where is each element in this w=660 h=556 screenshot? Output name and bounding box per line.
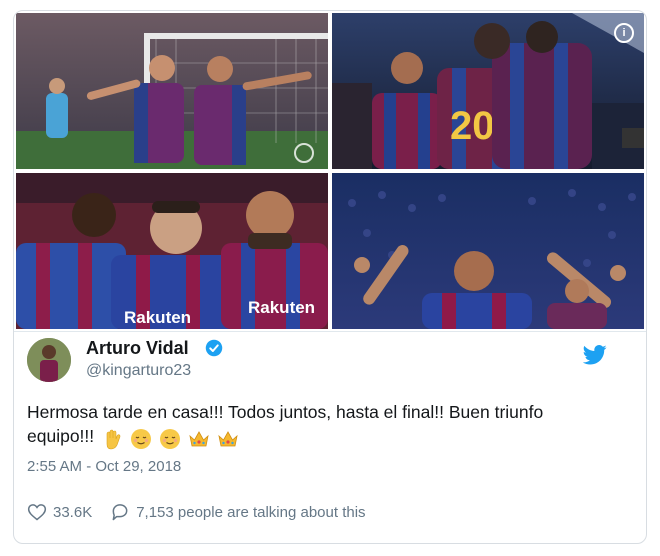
- like-button[interactable]: 33.6K: [27, 502, 92, 522]
- info-icon[interactable]: i: [614, 23, 634, 43]
- heart-icon: [27, 504, 47, 521]
- tweet-photo-4[interactable]: [332, 173, 644, 329]
- relieved-face-emoji-icon: [130, 428, 151, 449]
- card-divider: [14, 331, 646, 332]
- tweet-photo-2[interactable]: 20 i: [332, 13, 644, 169]
- svg-text:Rakuten: Rakuten: [248, 298, 315, 317]
- tweet-timestamp[interactable]: 2:55 AM - Oct 29, 2018: [27, 458, 181, 475]
- expand-photo-icon[interactable]: [294, 143, 314, 163]
- author-handle[interactable]: @kingarturo23: [86, 362, 191, 380]
- tweet-photo-1[interactable]: [16, 13, 328, 169]
- verified-badge-icon: [205, 339, 223, 357]
- conversation-text: 7,153 people are talking about this: [136, 503, 366, 521]
- tweet-actions: 33.6K 7,153 people are talking about thi…: [27, 499, 384, 525]
- svg-text:20: 20: [450, 104, 495, 148]
- tweet-emojis: [99, 425, 239, 449]
- waving-hand-emoji-icon: [106, 429, 121, 449]
- reply-bubble-icon: [112, 504, 128, 521]
- crown-emoji-icon: [189, 430, 209, 446]
- relieved-face-emoji-icon: [159, 428, 180, 449]
- avatar[interactable]: [27, 338, 71, 382]
- twitter-bird-icon[interactable]: [583, 345, 607, 365]
- svg-text:Rakuten: Rakuten: [124, 308, 191, 327]
- conversation-link[interactable]: 7,153 people are talking about this: [110, 502, 366, 522]
- author-name[interactable]: Arturo Vidal: [86, 338, 189, 359]
- tweet-text: Hermosa tarde en casa!!! Todos juntos, h…: [27, 400, 587, 450]
- tweet-photo-3[interactable]: Rakuten Rakuten: [16, 173, 328, 329]
- tweet-photo-grid: 20 i Rakuten Rakuten: [14, 11, 646, 331]
- crown-emoji-icon: [217, 430, 238, 446]
- like-count: 33.6K: [53, 503, 93, 521]
